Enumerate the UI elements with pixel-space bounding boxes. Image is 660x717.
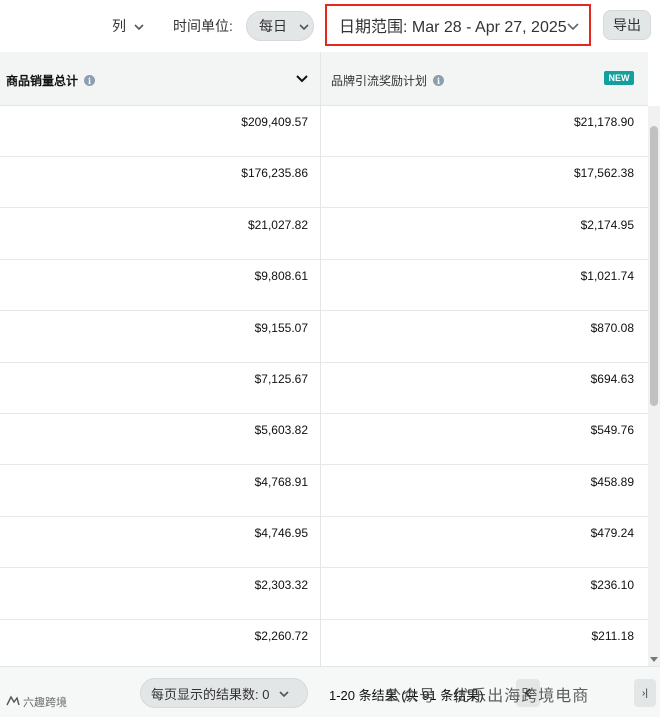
chevron-down-icon [134,18,144,34]
cell-brand-referral-bonus: $17,562.38 [573,166,634,181]
table-row: $176,235.86 $17,562.38 [0,157,648,209]
cell-brand-referral-bonus: $2,174.95 [580,217,634,232]
sales-table: 商品销量总计 i 品牌引流奖励计划 i NEW $209,409.57 $21,1… [0,52,648,666]
table-header: 商品销量总计 i 品牌引流奖励计划 i NEW [0,52,648,106]
cell-sales-total: $2,303.32 [254,577,308,592]
cell-sales-total: $209,409.57 [241,115,308,129]
column-header-sales[interactable]: 商品销量总计 i [6,72,96,89]
columns-dropdown[interactable]: 列 [112,14,144,38]
table-row: $4,768.91 $458.89 [0,466,648,517]
time-unit-select[interactable]: 每日 [246,11,314,41]
cell-sales-total: $4,768.91 [254,474,308,489]
chevron-down-icon [299,18,309,34]
vertical-scrollbar[interactable] [648,106,660,666]
cell-sales-total: $9,808.61 [254,269,308,284]
columns-label: 列 [112,18,126,34]
info-icon[interactable]: i [433,75,445,86]
chevron-down-icon [279,686,290,701]
table-row: $9,808.61 $1,021.74 [0,260,648,312]
scrollbar-thumb[interactable] [650,126,658,406]
cell-brand-referral-bonus: $870.08 [590,320,634,335]
column-header-brand-referral-label: 品牌引流奖励计划 [331,74,428,88]
watermark-left: 六趣跨境 [6,694,67,710]
table-row: $7,125.67 $694.63 [0,363,648,414]
cell-sales-total: $7,125.67 [254,372,308,386]
cell-sales-total: $2,260.72 [254,629,308,643]
results-per-page-select[interactable]: 每页显示的结果数: 0 [140,678,308,708]
table-row: $5,603.82 $549.76 [0,414,648,466]
scroll-down-arrow-icon[interactable] [650,657,658,662]
sort-chevron-icon[interactable] [296,70,308,88]
cell-sales-total: $5,603.82 [254,423,308,438]
last-page-button[interactable]: ›| [634,679,656,707]
chevron-down-icon [567,18,579,36]
info-icon[interactable]: i [84,75,96,86]
cell-brand-referral-bonus: $458.89 [590,474,634,489]
cell-brand-referral-bonus: $236.10 [590,577,634,592]
cell-sales-total: $9,155.07 [254,320,308,335]
cell-brand-referral-bonus: $21,178.90 [573,115,634,129]
cell-sales-total: $21,027.82 [247,217,308,232]
cell-sales-total: $4,746.95 [254,526,308,541]
table-row: $9,155.07 $870.08 [0,312,648,363]
report-toolbar: 列 时间单位: 每日 日期范围: Mar 28 - Apr 27, 2025 导… [0,0,660,52]
date-range-value: 日期范围: Mar 28 - Apr 27, 2025 [339,19,567,36]
table-row: $2,303.32 $236.10 [0,569,648,620]
watermark-text: 公众号 · 优乐出海跨境电商 [385,688,590,705]
time-unit-value: 每日 [259,18,287,34]
cell-brand-referral-bonus: $479.24 [590,526,634,541]
time-unit-label: 时间单位: [173,18,233,34]
date-range-select[interactable]: 日期范围: Mar 28 - Apr 27, 2025 [325,4,591,46]
cell-sales-total: $176,235.86 [241,166,308,181]
table-row: $21,027.82 $2,174.95 [0,209,648,260]
watermark-logo-icon [6,695,20,710]
export-button[interactable]: 导出 [603,10,651,40]
results-per-page-label: 每页显示的结果数: 0 [151,686,270,702]
table-row: $209,409.57 $21,178.90 [0,106,648,157]
new-badge: NEW [604,71,634,85]
cell-brand-referral-bonus: $694.63 [590,372,634,386]
watermark-left-text: 六趣跨境 [23,697,67,709]
cell-brand-referral-bonus: $1,021.74 [580,269,634,284]
column-header-sales-label: 商品销量总计 [6,74,79,88]
column-header-brand-referral[interactable]: 品牌引流奖励计划 i [331,72,445,89]
table-row: $2,260.72 $211.18 [0,620,648,666]
cell-brand-referral-bonus: $549.76 [590,423,634,438]
column-divider [320,52,321,666]
cell-brand-referral-bonus: $211.18 [591,629,635,643]
table-row: $4,746.95 $479.24 [0,517,648,569]
